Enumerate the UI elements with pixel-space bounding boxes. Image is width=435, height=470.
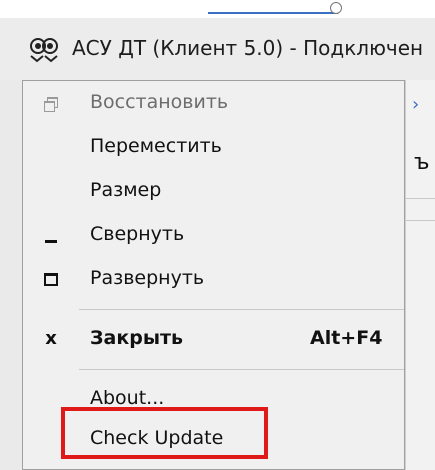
background-window-fragment: › ъ [405, 80, 435, 470]
menu-item-label: Восстановить [90, 91, 229, 113]
menu-separator [79, 369, 404, 370]
screen: АСУ ДТ (Клиент 5.0) - Подключен › ъ Восс… [0, 0, 435, 470]
menu-item-restore[interactable]: Восстановить [23, 81, 404, 125]
maximize-icon [44, 272, 58, 286]
minimize-icon [45, 239, 57, 243]
circle-glyph [330, 2, 342, 14]
restore-icon [44, 97, 58, 112]
window-titlebar[interactable]: АСУ ДТ (Клиент 5.0) - Подключен [0, 18, 435, 81]
menu-item-label: Развернуть [90, 267, 205, 289]
system-menu: Восстановить Переместить Размер Свернуть… [22, 80, 405, 470]
menu-item-size[interactable]: Размер [23, 169, 404, 213]
window-title: АСУ ДТ (Клиент 5.0) - Подключен [72, 36, 424, 60]
chevron-right-icon: › [412, 94, 420, 115]
divider [406, 220, 435, 221]
menu-separator [79, 309, 404, 310]
desktop-top-strip [0, 0, 435, 18]
menu-item-shortcut: Alt+F4 [310, 327, 383, 349]
menu-item-minimize[interactable]: Свернуть [23, 213, 404, 257]
menu-item-maximize[interactable]: Развернуть [23, 257, 404, 301]
background-window-left-edge [0, 80, 22, 470]
menu-item-label: Размер [90, 179, 162, 201]
menu-item-label: Переместить [90, 135, 222, 157]
menu-item-label: About... [90, 387, 165, 409]
background-text-fragment: ъ [414, 150, 430, 175]
divider [406, 198, 435, 199]
menu-item-label: Свернуть [90, 223, 185, 245]
menu-item-move[interactable]: Переместить [23, 125, 404, 169]
app-icon[interactable] [27, 34, 61, 64]
menu-item-label: Закрыть [90, 327, 184, 349]
menu-item-close[interactable]: x Закрыть Alt+F4 [23, 317, 404, 361]
blue-accent-line [208, 12, 338, 14]
highlight-annotation [61, 407, 268, 459]
close-icon: x [45, 328, 57, 349]
